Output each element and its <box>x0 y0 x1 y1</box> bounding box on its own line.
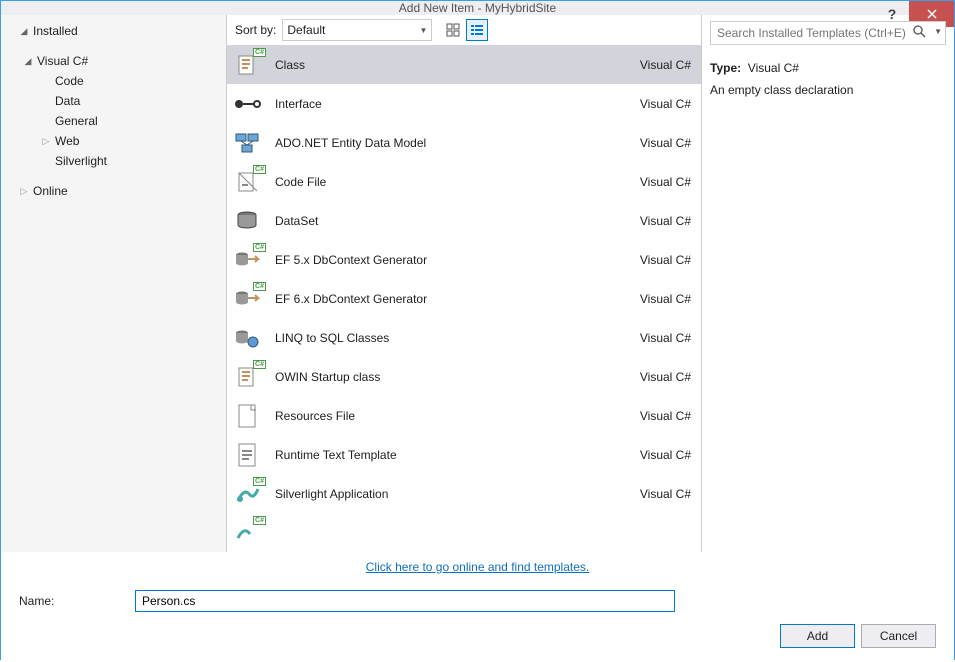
detail-type-value: Visual C# <box>748 61 799 75</box>
template-name: Class <box>275 58 628 72</box>
template-row[interactable]: Resources File Visual C# <box>227 396 701 435</box>
template-lang: Visual C# <box>640 331 691 345</box>
tree-installed[interactable]: ◢ Installed <box>1 21 226 41</box>
dialog-buttons: Add Cancel <box>1 624 954 662</box>
detail-type-label: Type: <box>710 61 741 75</box>
tree-label: Code <box>55 74 84 88</box>
titlebar: Add New Item - MyHybridSite ? <box>1 1 954 15</box>
chevron-right-icon: ▷ <box>41 136 51 147</box>
category-tree: ◢ Installed ◢ Visual C# Code Data Genera… <box>1 15 226 552</box>
template-row[interactable]: LINQ to SQL Classes Visual C# <box>227 318 701 357</box>
sort-dropdown[interactable]: Default ▼ <box>282 19 432 41</box>
name-input[interactable] <box>135 590 675 612</box>
template-lang: Visual C# <box>640 487 691 501</box>
tree-label: Online <box>33 184 68 198</box>
template-name: Silverlight Application <box>275 487 628 501</box>
template-row[interactable]: C#ClassVisual C# <box>227 45 701 84</box>
search-input[interactable] <box>710 21 946 45</box>
view-small-icons-button[interactable] <box>466 19 488 41</box>
online-link-row: Click here to go online and find templat… <box>1 552 954 586</box>
upper-panels: ◢ Installed ◢ Visual C# Code Data Genera… <box>1 15 954 552</box>
chevron-down-icon[interactable]: ▼ <box>934 27 942 36</box>
template-lang: Visual C# <box>640 253 691 267</box>
template-row[interactable]: C#Code FileVisual C# <box>227 162 701 201</box>
chevron-down-icon: ▼ <box>419 26 427 35</box>
tree-visual-csharp[interactable]: ◢ Visual C# <box>1 51 226 71</box>
add-button[interactable]: Add <box>780 624 855 648</box>
chevron-down-icon: ◢ <box>19 26 29 37</box>
template-lang: Visual C# <box>640 292 691 306</box>
template-row[interactable]: Runtime Text Template Visual C# <box>227 435 701 474</box>
add-button-label: Add <box>807 629 828 643</box>
list-icon <box>470 23 484 37</box>
template-lang: Visual C# <box>640 214 691 228</box>
template-name: OWIN Startup class <box>275 370 628 384</box>
tree-code[interactable]: Code <box>1 71 226 91</box>
detail-type: Type: Visual C# <box>710 61 946 75</box>
tree-label: Visual C# <box>37 54 88 68</box>
tree-online[interactable]: ▷ Online <box>1 181 226 201</box>
window-title: Add New Item - MyHybridSite <box>1 1 954 15</box>
tree-data[interactable]: Data <box>1 91 226 111</box>
grid-icon <box>446 23 460 37</box>
template-name: DataSet <box>275 214 628 228</box>
chevron-down-icon: ◢ <box>23 56 33 67</box>
template-row[interactable]: C# <box>227 513 701 552</box>
template-lang: Visual C# <box>640 97 691 111</box>
chevron-right-icon: ▷ <box>19 186 29 197</box>
template-row[interactable]: C#EF 5.x DbContext GeneratorVisual C# <box>227 240 701 279</box>
template-lang: Visual C# <box>640 136 691 150</box>
template-list[interactable]: C#ClassVisual C#InterfaceVisual C#ADO.NE… <box>227 45 701 552</box>
cancel-button-label: Cancel <box>880 629 917 643</box>
tree-silverlight[interactable]: Silverlight <box>1 151 226 171</box>
search-box: ▼ <box>710 21 946 45</box>
template-name: Resources File <box>275 409 628 423</box>
tree-label: Data <box>55 94 80 108</box>
template-lang: Visual C# <box>640 448 691 462</box>
template-name: EF 6.x DbContext Generator <box>275 292 628 306</box>
online-templates-link[interactable]: Click here to go online and find templat… <box>366 560 589 574</box>
template-name: LINQ to SQL Classes <box>275 331 628 345</box>
template-lang: Visual C# <box>640 58 691 72</box>
template-name: Runtime Text Template <box>275 448 628 462</box>
name-row: Name: <box>1 586 954 624</box>
search-icon <box>913 25 926 41</box>
cancel-button[interactable]: Cancel <box>861 624 936 648</box>
view-medium-icons-button[interactable] <box>442 19 464 41</box>
sort-value: Default <box>287 23 325 37</box>
dialog-content: ◢ Installed ◢ Visual C# Code Data Genera… <box>1 15 954 662</box>
close-icon <box>927 9 937 19</box>
list-toolbar: Sort by: Default ▼ <box>227 15 701 45</box>
template-lang: Visual C# <box>640 409 691 423</box>
template-row[interactable]: ADO.NET Entity Data Model Visual C# <box>227 123 701 162</box>
tree-label: Web <box>55 134 79 148</box>
template-row[interactable]: Interface Visual C# <box>227 84 701 123</box>
tree-web[interactable]: ▷ Web <box>1 131 226 151</box>
template-row[interactable]: C#EF 6.x DbContext GeneratorVisual C# <box>227 279 701 318</box>
tree-general[interactable]: General <box>1 111 226 131</box>
template-row[interactable]: DataSet Visual C# <box>227 201 701 240</box>
template-name: ADO.NET Entity Data Model <box>275 136 628 150</box>
template-name: EF 5.x DbContext Generator <box>275 253 628 267</box>
tree-label: Installed <box>33 24 78 38</box>
template-name: Code File <box>275 175 628 189</box>
template-row[interactable]: C#Silverlight ApplicationVisual C# <box>227 474 701 513</box>
tree-label: Silverlight <box>55 154 107 168</box>
detail-description: An empty class declaration <box>710 83 946 97</box>
template-lang: Visual C# <box>640 175 691 189</box>
template-row[interactable]: C#OWIN Startup classVisual C# <box>227 357 701 396</box>
template-list-panel: Sort by: Default ▼ C#ClassVisual C#Inter… <box>226 15 702 552</box>
template-name: Interface <box>275 97 628 111</box>
tree-label: General <box>55 114 98 128</box>
details-panel: ▼ Type: Visual C# An empty class declara… <box>702 15 954 552</box>
name-label: Name: <box>19 594 127 608</box>
sort-label: Sort by: <box>235 23 276 37</box>
template-lang: Visual C# <box>640 370 691 384</box>
